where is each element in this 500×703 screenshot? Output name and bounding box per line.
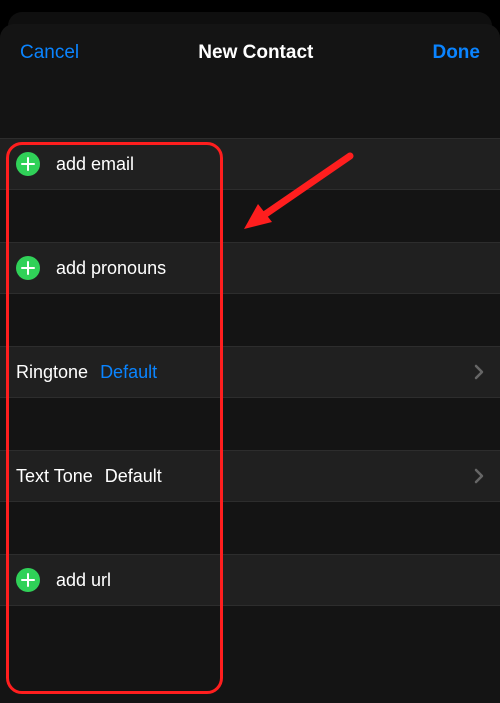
add-url-row[interactable]: add url — [0, 554, 500, 606]
text-tone-label: Text Tone — [16, 466, 93, 487]
section-gap — [0, 398, 500, 450]
text-tone-row[interactable]: Text Tone Default — [0, 450, 500, 502]
ringtone-row[interactable]: Ringtone Default — [0, 346, 500, 398]
section-gap — [0, 294, 500, 346]
form-content: add email add pronouns Ringtone Default … — [0, 84, 500, 606]
section-gap — [0, 502, 500, 554]
page-title: New Contact — [198, 42, 313, 64]
plus-icon — [16, 568, 40, 592]
chevron-right-icon — [474, 468, 484, 484]
new-contact-sheet: Cancel New Contact Done add email add pr… — [0, 24, 500, 703]
add-url-label: add url — [56, 570, 111, 591]
ringtone-label: Ringtone — [16, 362, 88, 383]
add-pronouns-row[interactable]: add pronouns — [0, 242, 500, 294]
plus-icon — [16, 256, 40, 280]
add-email-row[interactable]: add email — [0, 138, 500, 190]
cancel-button[interactable]: Cancel — [20, 42, 79, 64]
text-tone-value: Default — [105, 466, 162, 487]
done-button[interactable]: Done — [432, 42, 480, 64]
add-email-label: add email — [56, 154, 134, 175]
section-gap — [0, 190, 500, 242]
ringtone-value: Default — [100, 362, 157, 383]
header: Cancel New Contact Done — [0, 24, 500, 84]
add-pronouns-label: add pronouns — [56, 258, 166, 279]
plus-icon — [16, 152, 40, 176]
chevron-right-icon — [474, 364, 484, 380]
